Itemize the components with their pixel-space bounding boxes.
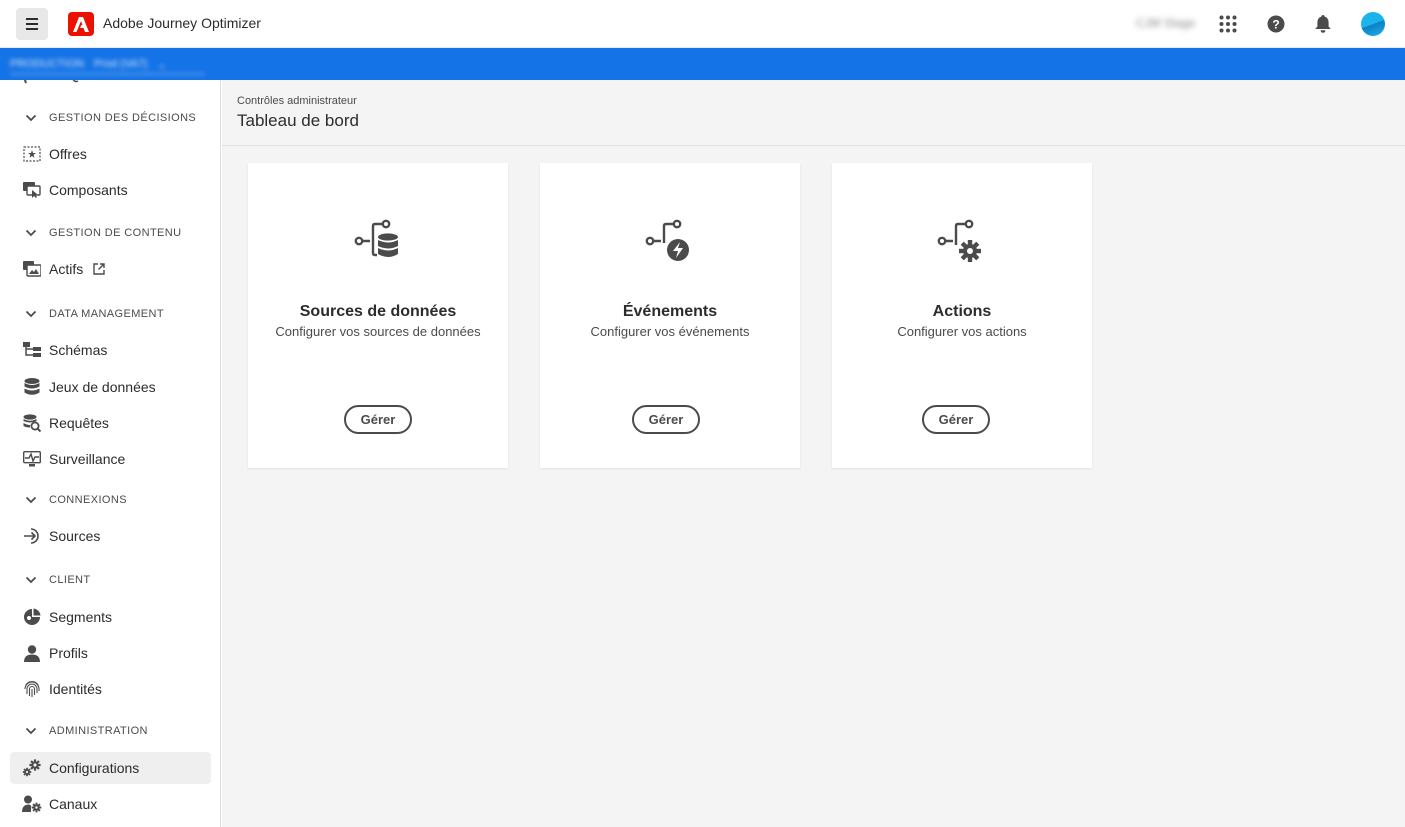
- chevron-down-icon: [25, 727, 37, 735]
- left-nav: GESTION DES DÉCISIONS Offres Composants …: [0, 80, 221, 827]
- org-switcher[interactable]: CJM Stage: [1136, 16, 1196, 30]
- page-title: Tableau de bord: [237, 111, 359, 130]
- schema-icon: [22, 340, 42, 360]
- sidebar-item-sources[interactable]: Sources: [10, 520, 211, 552]
- section-connections[interactable]: CONNEXIONS: [25, 494, 127, 506]
- queries-icon: [22, 413, 42, 433]
- section-decision-management[interactable]: GESTION DES DÉCISIONS: [25, 112, 196, 124]
- section-label: DATA MANAGEMENT: [49, 308, 164, 320]
- scrolled-item-fragment: [22, 80, 112, 84]
- help-icon[interactable]: ?: [1264, 12, 1288, 36]
- sidebar-item-segments[interactable]: Segments: [10, 601, 211, 633]
- manage-events-button[interactable]: Gérer: [632, 405, 700, 434]
- sidebar-item-label: Segments: [49, 609, 113, 625]
- channels-icon: [22, 794, 42, 814]
- app-switcher-icon[interactable]: [1216, 12, 1240, 36]
- sidebar-item-composants[interactable]: Composants: [10, 174, 211, 206]
- card-title: Sources de données: [299, 303, 457, 320]
- chevron-down-icon: [25, 496, 37, 504]
- manage-actions-button[interactable]: Gérer: [922, 405, 990, 434]
- card-title: Événements: [622, 303, 718, 320]
- sidebar-item-jeux-de-donnees[interactable]: Jeux de données: [10, 371, 211, 403]
- sandbox-switcher[interactable]: PRODUCTION Prod (VA7) ⌄: [10, 55, 205, 75]
- section-label: CONNEXIONS: [49, 494, 127, 506]
- external-link-icon[interactable]: [93, 263, 105, 275]
- card-subtitle: Configurer vos sources de données: [275, 324, 481, 339]
- card-actions: Actions Configurer vos actions Gérer: [832, 163, 1092, 468]
- sidebar-item-identites[interactable]: Identités: [10, 673, 211, 705]
- sidebar-item-label: Configurations: [49, 760, 140, 776]
- card-subtitle: Configurer vos événements: [590, 324, 750, 339]
- fingerprint-icon: [22, 679, 42, 699]
- section-label: GESTION DE CONTENU: [49, 227, 182, 239]
- gears-icon: [22, 758, 42, 778]
- events-icon: [645, 217, 695, 267]
- segments-icon: [22, 607, 42, 627]
- org-label: PRODUCTION: [10, 58, 84, 70]
- sidebar-item-label: Identités: [49, 681, 102, 697]
- section-content-management[interactable]: GESTION DE CONTENU: [25, 227, 182, 239]
- sidebar-item-label: Requêtes: [49, 415, 109, 431]
- notifications-bell-icon[interactable]: [1311, 12, 1335, 36]
- components-icon: [22, 180, 42, 200]
- org-sandbox-bar: PRODUCTION Prod (VA7) ⌄: [0, 48, 1405, 80]
- sidebar-item-label: Composants: [49, 182, 128, 198]
- section-client[interactable]: CLIENT: [25, 574, 91, 586]
- data-sources-icon: [354, 217, 404, 267]
- sidebar-item-label: Actifs: [49, 261, 84, 277]
- hamburger-icon: [26, 17, 38, 32]
- assets-icon: [22, 259, 42, 279]
- offers-icon: [22, 144, 42, 164]
- sidebar-item-canaux[interactable]: Canaux: [10, 788, 211, 820]
- sidebar-item-label: Sources: [49, 528, 101, 544]
- profiles-icon: [22, 643, 42, 663]
- section-label: GESTION DES DÉCISIONS: [49, 112, 197, 124]
- sidebar-item-label: Profils: [49, 645, 88, 661]
- sidebar-item-label: Jeux de données: [49, 379, 156, 395]
- chevron-down-icon: [25, 114, 37, 122]
- user-avatar[interactable]: [1361, 12, 1385, 36]
- section-data-management[interactable]: DATA MANAGEMENT: [25, 308, 164, 320]
- sidebar-item-label: Offres: [49, 146, 87, 162]
- datasets-icon: [22, 377, 42, 397]
- card-title: Actions: [932, 303, 992, 320]
- chevron-down-icon: [25, 576, 37, 584]
- card-subtitle: Configurer vos actions: [897, 324, 1027, 339]
- sidebar-item-surveillance[interactable]: Surveillance: [10, 443, 211, 475]
- chevron-down-icon: [25, 229, 37, 237]
- chevron-down-icon: ⌄: [157, 58, 167, 71]
- breadcrumb[interactable]: Contrôles administrateur: [237, 95, 357, 107]
- sidebar-item-label: Schémas: [49, 342, 108, 358]
- manage-data-sources-button[interactable]: Gérer: [344, 405, 412, 434]
- adobe-logo-icon[interactable]: [68, 12, 94, 36]
- section-label: ADMINISTRATION: [49, 725, 148, 737]
- main-content: Contrôles administrateur Tableau de bord…: [222, 80, 1405, 827]
- top-bar: Adobe Journey Optimizer CJM Stage ?: [0, 0, 1405, 48]
- sidebar-item-schemas[interactable]: Schémas: [10, 334, 211, 366]
- sandbox-label: Prod (VA7): [93, 58, 148, 70]
- actions-icon: [937, 217, 987, 267]
- chevron-down-icon: [25, 310, 37, 318]
- sidebar-item-label: Surveillance: [49, 451, 126, 467]
- section-administration[interactable]: ADMINISTRATION: [25, 725, 148, 737]
- sources-icon: [22, 526, 42, 546]
- monitoring-icon: [22, 449, 42, 469]
- sidebar-item-offres[interactable]: Offres: [10, 138, 211, 170]
- menu-toggle-button[interactable]: [16, 8, 48, 40]
- section-label: CLIENT: [49, 574, 91, 586]
- card-data-sources: Sources de données Configurer vos source…: [248, 163, 508, 468]
- sidebar-item-configurations[interactable]: Configurations: [10, 752, 211, 784]
- sidebar-item-label: Canaux: [49, 796, 98, 812]
- app-title[interactable]: Adobe Journey Optimizer: [103, 15, 261, 31]
- svg-text:?: ?: [1272, 18, 1279, 32]
- sidebar-item-requetes[interactable]: Requêtes: [10, 407, 211, 439]
- sidebar-item-profils[interactable]: Profils: [10, 637, 211, 669]
- header-divider: [222, 145, 1405, 146]
- card-events: Événements Configurer vos événements Gér…: [540, 163, 800, 468]
- sidebar-item-actifs[interactable]: Actifs: [10, 253, 211, 285]
